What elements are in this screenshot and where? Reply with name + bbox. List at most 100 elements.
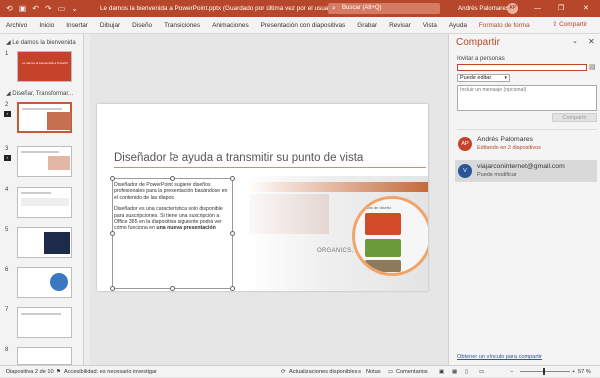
restore-icon[interactable]: ❐ — [558, 0, 564, 17]
tab-ayuda[interactable]: Ayuda — [449, 22, 467, 29]
tab-presentacion[interactable]: Presentación con diapositivas — [261, 22, 346, 29]
tab-transiciones[interactable]: Transiciones — [164, 22, 200, 29]
resize-handle[interactable] — [110, 176, 115, 181]
section-collapse-icon[interactable]: ◢ — [6, 40, 11, 46]
quick-access-toolbar: ⟲ ▣ ↶ ↷ ▭ ⌄ — [0, 0, 78, 17]
slide-thumbnail-8[interactable] — [17, 347, 72, 365]
section-header-1[interactable]: ◢ Le damos la bienvenida — [6, 39, 76, 46]
slide-title[interactable]: Diseñador le ayuda a transmitir su punto… — [114, 152, 363, 164]
slide-thumbnail-pane[interactable]: ◢ Le damos la bienvenida 1 Le damos la b… — [0, 34, 84, 365]
section-header-2[interactable]: ◢ Diseñar, Transformar... — [6, 90, 73, 97]
resize-handle[interactable] — [170, 286, 175, 291]
close-icon[interactable]: ✕ — [588, 37, 595, 46]
account-name[interactable]: Andrés Palomares — [458, 0, 509, 17]
zoom-slider-thumb[interactable] — [543, 368, 545, 375]
body-paragraph-2-bold: una nueva presentación — [156, 225, 216, 232]
zoom-level[interactable]: 57 % — [578, 366, 591, 378]
shared-person[interactable]: V viajarconinternet@gmail.com Puede modi… — [455, 160, 597, 182]
chevron-down-icon[interactable]: ⌄ — [572, 37, 578, 45]
avatar[interactable]: AP — [507, 3, 518, 14]
get-link[interactable]: Obtener un vínculo para compartir — [457, 354, 542, 360]
tab-animaciones[interactable]: Animaciones — [212, 22, 249, 29]
tab-revisar[interactable]: Revisar — [389, 22, 411, 29]
person-status: Editando en 2 dispositivos — [477, 145, 541, 151]
permission-dropdown[interactable]: Puede editar ▾ — [457, 74, 510, 82]
search-icon: ⌕ — [332, 5, 336, 12]
section-label: Diseñar, Transformar... — [12, 91, 73, 97]
tab-grabar[interactable]: Grabar — [357, 22, 377, 29]
customize-icon[interactable]: ⌄ — [71, 0, 78, 17]
save-icon[interactable]: ▣ — [19, 0, 27, 17]
reading-view-icon[interactable]: ▯ — [465, 366, 468, 378]
shared-person[interactable]: AP Andrés Palomares Editando en 2 dispos… — [455, 133, 597, 155]
slide-number: 7 — [5, 307, 9, 313]
slide-thumbnail-3[interactable] — [17, 146, 72, 177]
slide-thumbnail-5[interactable] — [17, 227, 72, 258]
rotate-handle[interactable] — [170, 154, 175, 159]
tab-archivo[interactable]: Archivo — [6, 22, 27, 29]
slide-thumbnail-1[interactable]: Le damos la bienvenida a PowerPoint — [17, 51, 72, 82]
undo-icon[interactable]: ↶ — [32, 0, 39, 17]
autosave-icon[interactable]: ⟲ — [6, 0, 13, 17]
produce-thumbnail — [365, 260, 401, 272]
body-paragraph-2: Diseñador es una característica solo dis… — [114, 206, 230, 232]
zoom-slider[interactable] — [520, 371, 570, 372]
minimize-icon[interactable]: — — [534, 0, 541, 17]
slide-sorter-icon[interactable]: ▦ — [452, 366, 457, 378]
resize-handle[interactable] — [230, 286, 235, 291]
notes-icon: ≡ — [358, 369, 362, 375]
comment-icon: ▪ — [4, 111, 11, 117]
updates-status[interactable]: Actualizaciones disponibles — [289, 366, 357, 378]
resize-handle[interactable] — [230, 176, 235, 181]
greens-thumbnail — [365, 239, 401, 257]
slide-thumbnail-2[interactable] — [17, 102, 72, 133]
invite-input[interactable] — [457, 64, 587, 71]
slide-counter[interactable]: Diapositiva 2 de 10 — [6, 366, 54, 378]
avatar: V — [458, 164, 472, 178]
designer-screenshot-image[interactable]: ORGANICS, CO. Ideas de diseño — [247, 176, 428, 291]
slide-editor[interactable]: Diseñador le ayuda a transmitir su punto… — [90, 34, 442, 365]
slide-canvas[interactable]: Diseñador le ayuda a transmitir su punto… — [97, 104, 428, 291]
title-underline — [114, 167, 426, 168]
search-placeholder: Buscar (Alt+Q) — [342, 5, 382, 11]
zoom-out-icon[interactable]: − — [510, 366, 513, 378]
updates-icon: ⟳ — [281, 369, 286, 375]
slide-thumbnail-6[interactable] — [17, 267, 72, 298]
message-field[interactable]: Incluir un mensaje (opcional) — [457, 85, 597, 111]
notes-button[interactable]: Notas — [366, 366, 381, 378]
invite-label: Invitar a personas — [457, 56, 505, 62]
redo-icon[interactable]: ↷ — [45, 0, 52, 17]
tab-dibujar[interactable]: Dibujar — [100, 22, 120, 29]
tab-formato-de-forma[interactable]: Formato de forma — [479, 22, 530, 29]
body-paragraph-1: Diseñador de PowerPoint sugiere diseños … — [114, 182, 228, 201]
tab-inicio[interactable]: Inicio — [39, 22, 54, 29]
tab-insertar[interactable]: Insertar — [66, 22, 88, 29]
zoom-in-icon[interactable]: + — [572, 366, 575, 378]
message-placeholder: Incluir un mensaje (opcional) — [460, 87, 527, 93]
slide-number: 6 — [5, 267, 9, 273]
present-icon[interactable]: ▭ — [58, 0, 66, 17]
tab-diseno[interactable]: Diseño — [132, 22, 152, 29]
share-submit-button[interactable]: Compartir — [552, 113, 597, 122]
close-icon[interactable]: ✕ — [583, 0, 589, 17]
share-icon: ⇪ — [552, 21, 558, 28]
section-collapse-icon[interactable]: ◢ — [6, 91, 11, 97]
accessibility-status[interactable]: Accesibilidad: es necesario investigar — [64, 366, 157, 378]
vegetables-photo — [249, 194, 329, 234]
slide-body-text[interactable]: Diseñador de PowerPoint sugiere diseños … — [114, 182, 230, 237]
slideshow-icon[interactable]: ▭ — [479, 366, 484, 378]
chevron-down-icon: ▾ — [504, 75, 507, 81]
normal-view-icon[interactable]: ▣ — [439, 366, 444, 378]
comments-button[interactable]: Comentarios — [396, 366, 428, 378]
share-button[interactable]: ⇪ Compartir — [548, 19, 591, 31]
tab-vista[interactable]: Vista — [423, 22, 437, 29]
slide-thumbnail-4[interactable] — [17, 187, 72, 218]
resize-handle[interactable] — [170, 176, 175, 181]
address-book-icon[interactable]: ▤ — [589, 63, 596, 71]
slide-thumbnail-7[interactable] — [17, 307, 72, 338]
resize-handle[interactable] — [110, 286, 115, 291]
search-box[interactable]: ⌕ Buscar (Alt+Q) — [328, 3, 440, 14]
comments-icon: ▭ — [388, 369, 394, 375]
comment-icon: ▪ — [4, 155, 11, 161]
resize-handle[interactable] — [230, 231, 235, 236]
